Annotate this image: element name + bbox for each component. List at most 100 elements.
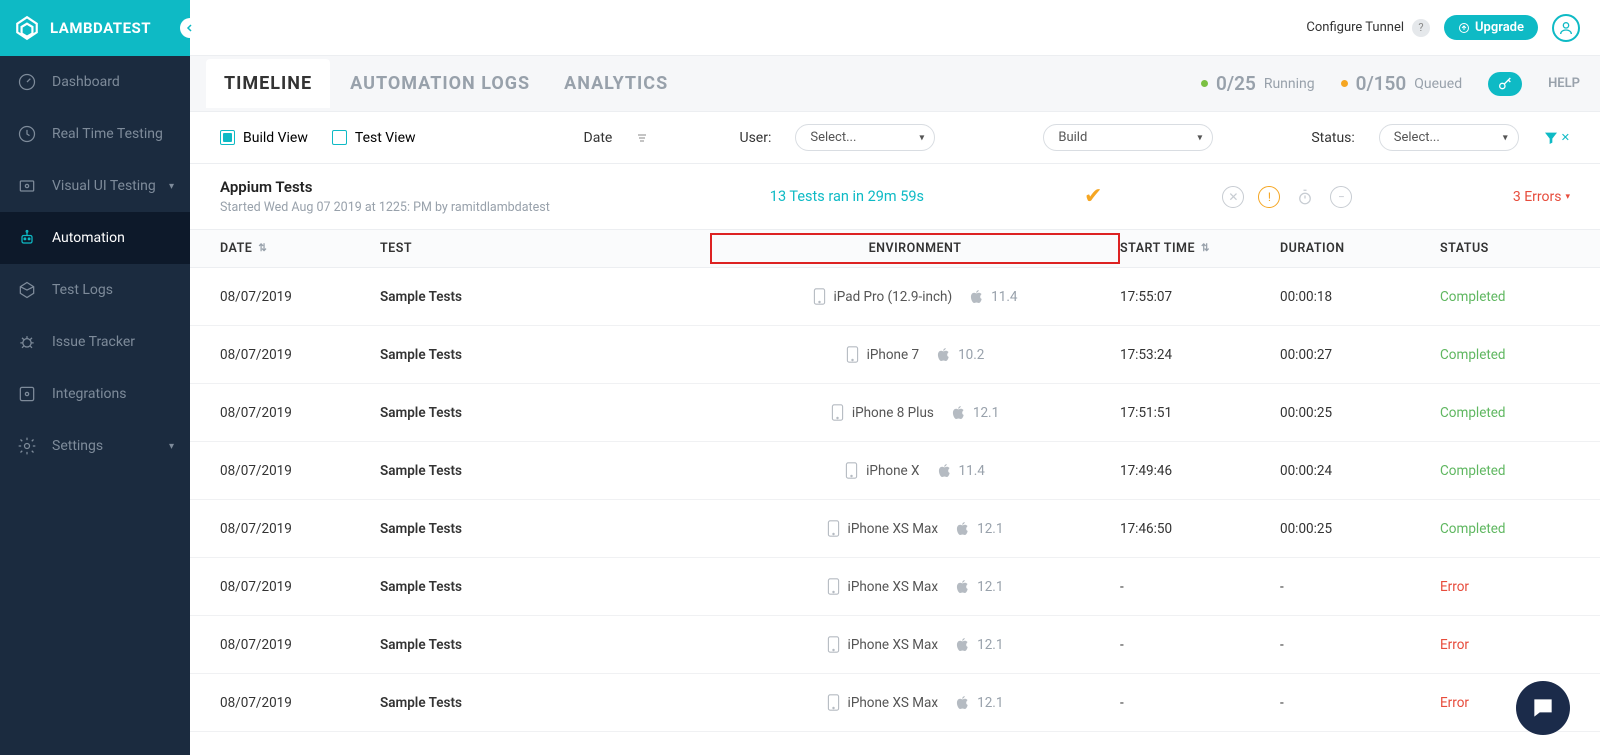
timer-icon[interactable] (1294, 186, 1316, 208)
clear-filter-button[interactable]: ✕ (1543, 130, 1570, 146)
configure-tunnel-label: Configure Tunnel (1306, 20, 1404, 35)
sidebar-item-visual-ui[interactable]: Visual UI Testing ▾ (0, 160, 190, 212)
chat-button[interactable] (1516, 681, 1570, 735)
col-status-header: STATUS (1440, 241, 1570, 256)
apple-icon (956, 521, 969, 536)
warning-circle-icon[interactable]: ! (1258, 186, 1280, 208)
tab-timeline[interactable]: TIMELINE (206, 59, 330, 108)
sidebar-item-automation[interactable]: Automation (0, 212, 190, 264)
build-header[interactable]: Appium Tests Started Wed Aug 07 2019 at … (190, 164, 1600, 230)
table-body: 08/07/2019 Sample Tests iPad Pro (12.9-i… (190, 268, 1600, 732)
help-link[interactable]: HELP (1548, 76, 1580, 91)
test-view-checkbox[interactable]: Test View (332, 130, 416, 146)
upgrade-button[interactable]: Upgrade (1444, 15, 1538, 40)
brand-logo-icon (14, 15, 40, 41)
cell-test: Sample Tests (380, 347, 710, 363)
sidebar-item-test-logs[interactable]: Test Logs (0, 264, 190, 316)
running-label: Running (1264, 76, 1315, 92)
person-icon (1558, 20, 1574, 36)
cell-date: 08/07/2019 (220, 289, 380, 305)
grid-icon (16, 383, 38, 405)
queued-value: 0/150 (1356, 72, 1407, 95)
sidebar-item-settings[interactable]: Settings ▾ (0, 420, 190, 472)
table-row[interactable]: 08/07/2019 Sample Tests iPhone XS Max 12… (190, 674, 1600, 732)
build-ran-text: 13 Tests ran in 29m 59s (770, 188, 924, 205)
errors-count[interactable]: 3 Errors ▾ (1513, 189, 1570, 205)
cell-test: Sample Tests (380, 579, 710, 595)
table-row[interactable]: 08/07/2019 Sample Tests iPhone XS Max 12… (190, 558, 1600, 616)
sidebar-item-realtime[interactable]: Real Time Testing (0, 108, 190, 160)
tabs-row: TIMELINE AUTOMATION LOGS ANALYTICS 0/25 … (190, 56, 1600, 112)
checkbox-icon (332, 130, 347, 145)
chevron-down-icon: ▾ (1565, 192, 1570, 202)
cell-env: iPhone XS Max 12.1 (710, 694, 1120, 711)
checkbox-checked-icon (220, 130, 235, 145)
brand-header: LAMBDATEST (0, 0, 190, 56)
sidebar-item-dashboard[interactable]: Dashboard (0, 56, 190, 108)
build-view-checkbox[interactable]: Build View (220, 130, 308, 146)
cell-duration: 00:00:18 (1280, 289, 1440, 305)
device-icon (813, 288, 826, 305)
table-row[interactable]: 08/07/2019 Sample Tests iPhone X 11.4 17… (190, 442, 1600, 500)
tab-automation-logs[interactable]: AUTOMATION LOGS (350, 59, 530, 108)
funnel-icon (1543, 130, 1559, 146)
filter-row: Build View Test View Date User: Select..… (190, 112, 1600, 164)
chevron-down-icon: ▾ (169, 181, 174, 192)
date-filter-label[interactable]: Date (584, 130, 613, 146)
col-date-header[interactable]: DATE⇅ (220, 241, 380, 256)
device-icon (846, 346, 859, 363)
apple-icon (956, 637, 969, 652)
table-row[interactable]: 08/07/2019 Sample Tests iPad Pro (12.9-i… (190, 268, 1600, 326)
cell-duration: 00:00:25 (1280, 521, 1440, 537)
queued-label: Queued (1414, 76, 1462, 92)
cell-status: Completed (1440, 463, 1570, 479)
build-select[interactable]: Build (1043, 124, 1213, 151)
table-row[interactable]: 08/07/2019 Sample Tests iPhone XS Max 12… (190, 616, 1600, 674)
build-title: Appium Tests (220, 178, 550, 196)
cell-date: 08/07/2019 (220, 463, 380, 479)
cell-env: iPhone XS Max 12.1 (710, 578, 1120, 595)
device-icon (827, 636, 840, 653)
sidebar-item-integrations[interactable]: Integrations (0, 368, 190, 420)
box-icon (16, 279, 38, 301)
access-key-button[interactable] (1488, 72, 1522, 96)
device-icon (827, 694, 840, 711)
eye-icon (16, 175, 38, 197)
running-value: 0/25 (1216, 72, 1256, 95)
table-header: DATE⇅ TEST ENVIRONMENT START TIME⇅ DURAT… (190, 230, 1600, 268)
cell-start: 17:51:51 (1120, 405, 1280, 421)
col-duration-header: DURATION (1280, 241, 1440, 256)
sidebar-label: Integrations (52, 386, 126, 402)
cell-env: iPhone X 11.4 (710, 462, 1120, 479)
col-start-header[interactable]: START TIME⇅ (1120, 241, 1280, 256)
cell-test: Sample Tests (380, 637, 710, 653)
sidebar-item-issue-tracker[interactable]: Issue Tracker (0, 316, 190, 368)
chat-icon (1530, 695, 1556, 721)
cell-env: iPad Pro (12.9-inch) 11.4 (710, 288, 1120, 305)
collapse-sidebar-button[interactable] (180, 18, 200, 38)
table-row[interactable]: 08/07/2019 Sample Tests iPhone 7 10.2 17… (190, 326, 1600, 384)
table-row[interactable]: 08/07/2019 Sample Tests iPhone XS Max 12… (190, 500, 1600, 558)
user-select[interactable]: Select... (795, 124, 935, 151)
errors-text: 3 Errors (1513, 189, 1562, 205)
cell-status: Completed (1440, 347, 1570, 363)
upgrade-label: Upgrade (1475, 20, 1524, 35)
device-icon (845, 462, 858, 479)
col-test-header: TEST (380, 241, 710, 256)
status-select[interactable]: Select... (1379, 124, 1519, 151)
cell-duration: - (1280, 637, 1440, 653)
sort-icon: ⇅ (1201, 243, 1210, 254)
main-content: Configure Tunnel ? Upgrade TIMELINE AUTO… (190, 0, 1600, 755)
table-row[interactable]: 08/07/2019 Sample Tests iPhone 8 Plus 12… (190, 384, 1600, 442)
cell-date: 08/07/2019 (220, 347, 380, 363)
cell-duration: 00:00:25 (1280, 405, 1440, 421)
sidebar-label: Visual UI Testing (52, 178, 156, 194)
configure-tunnel-link[interactable]: Configure Tunnel ? (1306, 19, 1430, 37)
minus-circle-icon[interactable]: − (1330, 186, 1352, 208)
cell-status: Error (1440, 637, 1570, 653)
cell-test: Sample Tests (380, 289, 710, 305)
user-avatar[interactable] (1552, 14, 1580, 42)
tab-analytics[interactable]: ANALYTICS (564, 59, 668, 108)
cell-env: iPhone 7 10.2 (710, 346, 1120, 363)
close-circle-icon[interactable]: ✕ (1222, 186, 1244, 208)
